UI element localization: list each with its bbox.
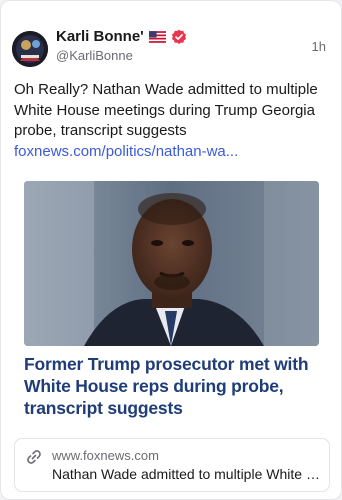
post-text: Oh Really? Nathan Wade admitted to multi… (14, 81, 318, 139)
post-card[interactable]: Karli Bonne' @KarliBonne 1h Oh Really? N… (0, 0, 342, 500)
link-preview-card[interactable]: www.foxnews.com Nathan Wade admitted to … (14, 438, 330, 492)
avatar[interactable] (12, 31, 48, 67)
author-handle[interactable]: @KarliBonne (56, 48, 133, 63)
post-body: Oh Really? Nathan Wade admitted to multi… (14, 80, 332, 162)
article-preview[interactable]: Former Trump prosecutor met with White H… (24, 181, 319, 419)
link-icon (27, 450, 41, 464)
post-timestamp: 1h (311, 39, 326, 54)
article-headline[interactable]: Former Trump prosecutor met with White H… (24, 353, 319, 419)
author-row: Karli Bonne' (56, 28, 187, 45)
link-title: Nathan Wade admitted to multiple White H… (52, 466, 322, 482)
us-flag-icon (148, 30, 166, 43)
verified-badge-icon (171, 29, 186, 44)
link-domain: www.foxnews.com (52, 448, 159, 463)
post-link[interactable]: foxnews.com/politics/nathan-wa... (14, 143, 238, 160)
author-name[interactable]: Karli Bonne' (56, 28, 144, 45)
article-image[interactable] (24, 181, 319, 346)
